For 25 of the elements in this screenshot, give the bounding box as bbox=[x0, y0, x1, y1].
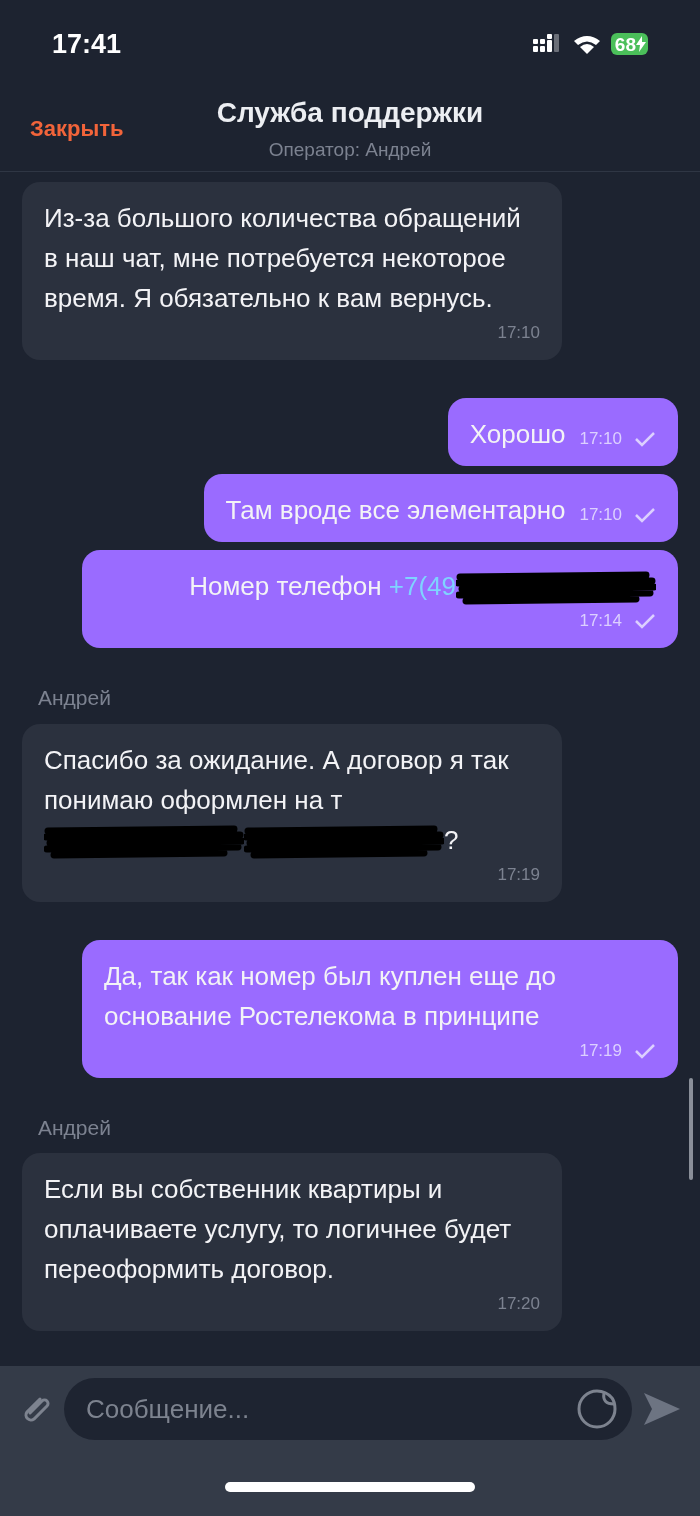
message-field[interactable]: Сообщение... bbox=[64, 1378, 632, 1440]
message-text: Хорошо bbox=[469, 418, 566, 451]
sender-name: Андрей bbox=[38, 1114, 112, 1141]
message-time: 17:19 bbox=[579, 1039, 622, 1062]
message-time: 17:20 bbox=[497, 1293, 540, 1316]
sender-name: Андрей bbox=[38, 685, 112, 711]
operator-subtitle: Оператор: Андрей bbox=[268, 138, 432, 162]
send-icon[interactable] bbox=[642, 1391, 682, 1427]
close-button[interactable]: Закрыть bbox=[30, 112, 124, 145]
message-text: Если вы собственник квартиры и оплачиваете услугу, то логичнее будет переоформить договор. bbox=[44, 1173, 513, 1286]
message-text: Из-за большого количества обращений в наш чат, мне потребуется некоторое время. Я обязательно к вам вернусь. bbox=[44, 202, 522, 315]
message-time: 17:10 bbox=[579, 428, 622, 451]
message-text: Да, так как номер был куплен еще до основание Ростелекома в принципе bbox=[104, 959, 557, 1033]
battery-indicator: 68 bbox=[610, 33, 648, 55]
message-text: Там вроде все элементарно bbox=[225, 494, 566, 527]
message-text: Спасибо за ожидание. А договор я так понимаю оформлен на т ? bbox=[44, 739, 540, 860]
status-time: 17:41 bbox=[52, 27, 122, 61]
sticker-icon[interactable] bbox=[576, 1388, 618, 1430]
message-time: 17:10 bbox=[579, 504, 622, 527]
chat-title: Служба поддержки bbox=[216, 96, 484, 130]
message-time: 17:19 bbox=[497, 863, 540, 886]
message-time: 17:14 bbox=[579, 610, 622, 633]
wifi-icon bbox=[572, 34, 601, 54]
message-text: Номер телефон +7(49 bbox=[189, 566, 656, 606]
message-time: 17:10 bbox=[497, 322, 540, 345]
